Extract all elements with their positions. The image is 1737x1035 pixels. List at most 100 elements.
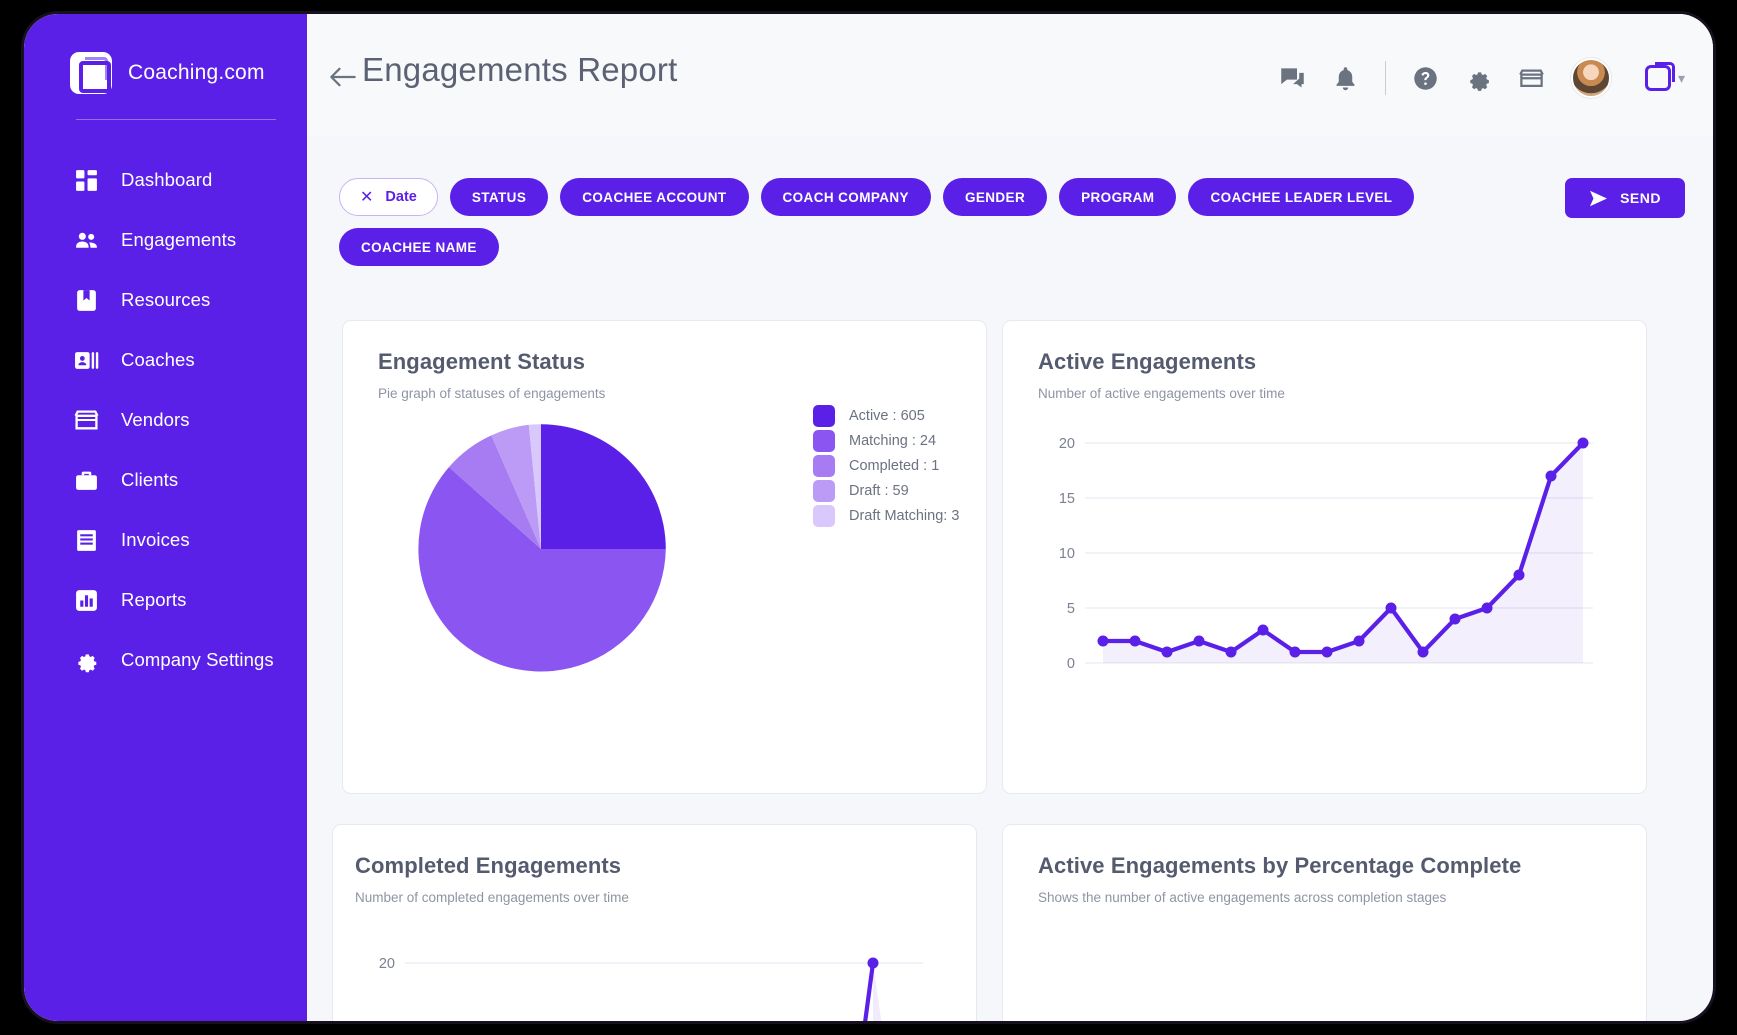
send-icon	[1589, 190, 1608, 207]
card-subtitle: Shows the number of active engagements a…	[1038, 890, 1646, 905]
sidebar-divider	[76, 119, 276, 120]
y-tick: 10	[1059, 546, 1075, 562]
gear-icon[interactable]	[1465, 65, 1492, 92]
filter-chip-coachee-account[interactable]: COACHEE ACCOUNT	[560, 178, 748, 216]
send-button-label: SEND	[1620, 190, 1661, 206]
card-subtitle: Pie graph of statuses of engagements	[378, 386, 986, 401]
card-title: Active Engagements by Percentage Complet…	[1038, 853, 1646, 879]
sidebar-item-dashboard[interactable]: Dashboard	[24, 150, 307, 210]
chat-icon[interactable]	[1279, 65, 1306, 92]
filter-chip-program[interactable]: PROGRAM	[1059, 178, 1176, 216]
filter-chip-status[interactable]: STATUS	[450, 178, 548, 216]
line-series	[858, 963, 873, 1021]
filter-chip-row-2: COACHEE NAME	[339, 228, 1685, 266]
gear-icon	[74, 648, 99, 673]
line-chart-active: 20 15 10 5 0	[1003, 413, 1648, 683]
legend-item: Active : 605	[813, 403, 959, 428]
filter-chip-coachee-name[interactable]: COACHEE NAME	[339, 228, 499, 266]
legend-swatch	[813, 480, 835, 502]
briefcase-icon	[74, 468, 99, 493]
card-active-by-percentage: Active Engagements by Percentage Complet…	[1002, 824, 1647, 1021]
card-title: Active Engagements	[1038, 349, 1646, 375]
card-active-engagements: Active Engagements Number of active enga…	[1002, 320, 1647, 794]
page-title: Engagements Report	[362, 51, 677, 89]
receipt-icon	[74, 528, 99, 553]
legend-item: Draft : 59	[813, 478, 959, 503]
header-actions: ▾	[1279, 58, 1685, 98]
header-divider	[1385, 61, 1386, 95]
people-icon	[74, 228, 99, 253]
help-icon[interactable]	[1412, 65, 1439, 92]
sidebar-item-label: Reports	[121, 589, 186, 611]
back-arrow-icon[interactable]	[329, 66, 357, 88]
store-icon	[74, 408, 99, 433]
sidebar-item-resources[interactable]: Resources	[24, 270, 307, 330]
sidebar-item-company-settings[interactable]: Company Settings	[24, 630, 307, 690]
legend-label: Active : 605	[849, 408, 925, 424]
coaching-logo-icon	[70, 52, 112, 94]
store-icon[interactable]	[1518, 65, 1545, 92]
line-point	[868, 958, 879, 969]
line-chart-completed: 20	[333, 935, 978, 1021]
legend-item: Matching : 24	[813, 428, 959, 453]
close-icon[interactable]: ✕	[360, 187, 373, 207]
y-tick: 20	[1059, 436, 1075, 452]
card-engagement-status: Engagement Status Pie graph of statuses …	[342, 320, 987, 794]
legend-item: Draft Matching: 3	[813, 503, 959, 528]
sidebar-item-label: Company Settings	[121, 649, 274, 671]
filter-chip-coachee-leader-level[interactable]: COACHEE LEADER LEVEL	[1188, 178, 1414, 216]
card-subtitle: Number of active engagements over time	[1038, 386, 1646, 401]
pie-legend: Active : 605 Matching : 24 Completed : 1…	[813, 403, 959, 528]
sidebar-item-invoices[interactable]: Invoices	[24, 510, 307, 570]
legend-item: Completed : 1	[813, 453, 959, 478]
dashboard-icon	[74, 168, 99, 193]
legend-label: Matching : 24	[849, 433, 936, 449]
sidebar-item-coaches[interactable]: Coaches	[24, 330, 307, 390]
card-subtitle: Number of completed engagements over tim…	[355, 890, 976, 905]
card-title: Completed Engagements	[355, 853, 976, 879]
app-window: Coaching.com Dashboard Engagements	[24, 14, 1713, 1021]
y-axis-ticks: 20 15 10 5 0	[1059, 436, 1075, 672]
filter-chip-date[interactable]: ✕ Date	[339, 178, 438, 216]
sidebar-item-reports[interactable]: Reports	[24, 570, 307, 630]
app-switcher[interactable]: ▾	[1645, 65, 1685, 91]
sidebar-item-label: Dashboard	[121, 169, 212, 191]
legend-swatch	[813, 430, 835, 452]
legend-label: Completed : 1	[849, 458, 939, 474]
brand-name: Coaching.com	[128, 61, 265, 85]
card-completed-engagements: Completed Engagements Number of complete…	[332, 824, 977, 1021]
chevron-down-icon: ▾	[1678, 70, 1685, 87]
card-title: Engagement Status	[378, 349, 986, 375]
y-tick: 0	[1067, 656, 1075, 672]
bar-chart-icon	[74, 588, 99, 613]
pie-slice-active	[541, 424, 666, 549]
brand[interactable]: Coaching.com	[24, 14, 307, 94]
sidebar-item-label: Coaches	[121, 349, 195, 371]
bookmark-icon	[74, 288, 99, 313]
filter-chip-gender[interactable]: GENDER	[943, 178, 1047, 216]
app-square-icon	[1645, 65, 1671, 91]
y-tick: 20	[379, 956, 395, 972]
sidebar-item-label: Resources	[121, 289, 210, 311]
pie-chart	[411, 419, 671, 679]
sidebar: Coaching.com Dashboard Engagements	[24, 14, 307, 1021]
avatar[interactable]	[1571, 58, 1611, 98]
filter-bar: ✕ Date STATUS COACHEE ACCOUNT COACH COMP…	[339, 178, 1685, 266]
sidebar-item-clients[interactable]: Clients	[24, 450, 307, 510]
filter-chip-coach-company[interactable]: COACH COMPANY	[761, 178, 931, 216]
sidebar-item-label: Clients	[121, 469, 178, 491]
filter-chip-row: ✕ Date STATUS COACHEE ACCOUNT COACH COMP…	[339, 178, 1685, 216]
legend-swatch	[813, 505, 835, 527]
y-tick: 5	[1067, 601, 1075, 617]
contact-card-icon	[74, 348, 99, 373]
sidebar-item-vendors[interactable]: Vendors	[24, 390, 307, 450]
legend-swatch	[813, 405, 835, 427]
y-tick: 15	[1059, 491, 1075, 507]
line-area-fill	[873, 963, 889, 1021]
bell-icon[interactable]	[1332, 65, 1359, 92]
legend-swatch	[813, 455, 835, 477]
legend-label: Draft : 59	[849, 483, 909, 499]
send-button[interactable]: SEND	[1565, 178, 1685, 218]
sidebar-item-engagements[interactable]: Engagements	[24, 210, 307, 270]
sidebar-nav: Dashboard Engagements Resources	[24, 150, 307, 690]
